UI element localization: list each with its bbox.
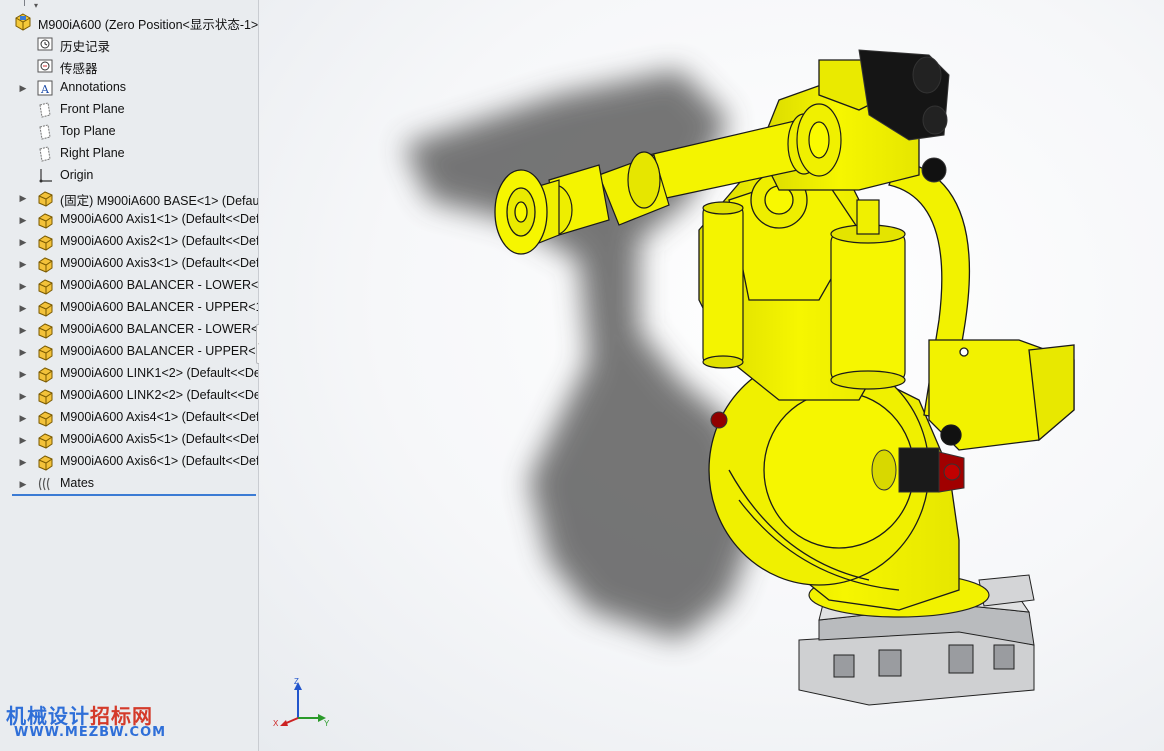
tree-filter-divider xyxy=(24,0,25,6)
part-icon xyxy=(38,411,53,427)
tree-item-label: M900iA600 BALANCER - UPPER<2> (Default) xyxy=(60,344,258,358)
tree-item-label: Origin xyxy=(60,168,94,182)
tree-item[interactable]: ▶ M900iA600 BALANCER - UPPER<1> (Default) xyxy=(0,297,258,319)
mates-icon xyxy=(38,477,50,491)
part-icon xyxy=(38,235,53,251)
plane-icon xyxy=(39,102,51,118)
part-icon xyxy=(38,345,53,361)
tree-item-label: 传感器 xyxy=(60,62,98,76)
tree-item-label: M900iA600 LINK1<2> (Default<<Default>) xyxy=(60,366,258,380)
tree-item[interactable]: ▶ M900iA600 Axis6<1> (Default<<Default>_D… xyxy=(0,451,258,473)
coordinate-triad: Z Y X xyxy=(273,677,330,728)
tree-item[interactable]: ▶ M900iA600 Axis3<1> (Default<<Default>_D… xyxy=(0,253,258,275)
expand-arrow-icon[interactable]: ▶ xyxy=(18,390,28,402)
tree-item-label: Top Plane xyxy=(60,124,116,138)
expand-arrow-icon[interactable]: ▶ xyxy=(18,236,28,248)
robot-model xyxy=(404,49,1075,706)
origin-icon xyxy=(39,169,52,183)
tree-item-label: M900iA600 Axis6<1> (Default<<Default>_Di… xyxy=(60,454,258,468)
tree-item[interactable]: ▶ M900iA600 LINK2<2> (Default<<Default>) xyxy=(0,385,258,407)
tree-item-label: M900iA600 BALANCER - LOWER<2> (Default) xyxy=(60,322,258,336)
chevron-down-icon[interactable]: ▾ xyxy=(34,1,38,10)
tree-item-label: 历史记录 xyxy=(60,40,111,54)
expand-arrow-icon[interactable]: ▶ xyxy=(18,412,28,424)
part-icon xyxy=(38,301,53,317)
part-icon xyxy=(38,213,53,229)
tree-item[interactable]: ▶ A Annotations xyxy=(0,77,258,99)
tree-item[interactable]: 历史记录 xyxy=(0,33,258,55)
expand-arrow-icon[interactable]: ▶ xyxy=(18,456,28,468)
tree-item[interactable]: ▶ M900iA600 Axis5<1> (Default<<Default>_D… xyxy=(0,429,258,451)
expand-arrow-icon[interactable]: ▶ xyxy=(18,258,28,270)
tree-item-label: Right Plane xyxy=(60,146,125,160)
plane-icon xyxy=(39,124,51,140)
expand-arrow-icon[interactable]: ▶ xyxy=(18,214,28,226)
tree-item[interactable]: ▶ M900iA600 BALANCER - LOWER<2> (Default) xyxy=(0,319,258,341)
part-icon xyxy=(38,323,53,339)
tree-item[interactable]: ▶ M900iA600 BALANCER - UPPER<2> (Default) xyxy=(0,341,258,363)
part-icon xyxy=(38,191,53,207)
robot-balancer-left xyxy=(702,201,744,369)
expand-arrow-icon[interactable]: ▶ xyxy=(18,368,28,380)
robot-balancer-right xyxy=(830,199,906,390)
tree-top-edge: ▾ xyxy=(0,0,258,10)
tree-item-label: M900iA600 Axis3<1> (Default<<Default>_Di… xyxy=(60,256,258,270)
tree-item[interactable]: ▶ M900iA600 Axis4<1> (Default<<Default>_D… xyxy=(0,407,258,429)
tree-item[interactable]: Front Plane xyxy=(0,99,258,121)
tree-item[interactable]: Top Plane xyxy=(0,121,258,143)
tree-item[interactable]: Origin xyxy=(0,165,258,187)
graphics-viewport[interactable]: Z Y X xyxy=(259,0,1164,751)
tree-item[interactable]: 传感器 xyxy=(0,55,258,77)
tree-item-label: M900iA600 BALANCER - UPPER<1> (Default) xyxy=(60,300,258,314)
tree-item-label: M900iA600 Axis1<1> (Default<<Default>_Di… xyxy=(60,212,258,226)
expand-arrow-icon[interactable]: ▶ xyxy=(18,346,28,358)
expand-arrow-icon[interactable]: ▶ xyxy=(18,434,28,446)
history-folder-icon xyxy=(37,37,53,51)
tree-selection-underline xyxy=(12,494,256,496)
part-icon xyxy=(38,433,53,449)
tree-item-label: Annotations xyxy=(60,80,127,94)
part-icon xyxy=(38,455,53,471)
annotations-icon: A xyxy=(37,80,53,96)
tree-item[interactable]: ▶ M900iA600 Axis1<1> (Default<<Default>_D… xyxy=(0,209,258,231)
tree-item[interactable]: ▶ Mates xyxy=(0,473,258,495)
expand-arrow-icon[interactable]: ▶ xyxy=(18,82,28,94)
triad-y-label: Y xyxy=(324,719,330,728)
tree-item[interactable]: ▶ M900iA600 BALANCER - LOWER<1> (Default) xyxy=(0,275,258,297)
triad-x-label: X xyxy=(273,719,279,728)
tree-item[interactable]: ▶ M900iA600 Axis2<1> (Default<<Default>_D… xyxy=(0,231,258,253)
tree-item-label: (固定) M900iA600 BASE<1> (Default<<Default… xyxy=(60,194,258,208)
expand-arrow-icon[interactable]: ▶ xyxy=(18,302,28,314)
expand-arrow-icon[interactable]: ▶ xyxy=(18,478,28,490)
tree-item-label: Mates xyxy=(60,476,95,490)
tree-item-label: M900iA600 Axis4<1> (Default<<Default>_Di… xyxy=(60,410,258,424)
tree-item-label: M900iA600 Axis2<1> (Default<<Default>_Di… xyxy=(60,234,258,248)
part-icon xyxy=(38,257,53,273)
tree-root-assembly[interactable]: M900iA600 (Zero Position<显示状态-1>) xyxy=(0,11,258,33)
tree-root-label: M900iA600 (Zero Position<显示状态-1>) xyxy=(38,18,258,32)
robot-end-flange xyxy=(494,169,548,255)
tree-item-label: M900iA600 BALANCER - LOWER<1> (Default) xyxy=(60,278,258,292)
part-icon xyxy=(38,367,53,383)
expand-arrow-icon[interactable]: ▶ xyxy=(18,324,28,336)
tree-item-label: M900iA600 Axis5<1> (Default<<Default>_Di… xyxy=(60,432,258,446)
part-icon xyxy=(38,279,53,295)
tree-item-label: M900iA600 LINK2<2> (Default<<Default>) xyxy=(60,388,258,402)
tree-item-label: Front Plane xyxy=(60,102,125,116)
tree-item[interactable]: ▶ M900iA600 LINK1<2> (Default<<Default>) xyxy=(0,363,258,385)
part-icon xyxy=(38,389,53,405)
tree-item[interactable]: ▶ (固定) M900iA600 BASE<1> (Default<<Defaul… xyxy=(0,187,258,209)
tree-item[interactable]: Right Plane xyxy=(0,143,258,165)
plane-icon xyxy=(39,146,51,162)
triad-z-label: Z xyxy=(294,677,299,686)
expand-arrow-icon[interactable]: ▶ xyxy=(18,192,28,204)
expand-arrow-icon[interactable]: ▶ xyxy=(18,280,28,292)
watermark-logo: 机械设计招标网 WWW.MEZBW.COM xyxy=(6,700,165,746)
assembly-icon xyxy=(15,13,31,31)
feature-manager-tree: ▾ M900iA600 (Zero Position<显示状态-1>) 历史记录… xyxy=(0,0,259,751)
sensors-folder-icon xyxy=(37,59,53,73)
watermark-url: WWW.MEZBW.COM xyxy=(14,725,167,740)
svg-text:A: A xyxy=(40,83,50,96)
